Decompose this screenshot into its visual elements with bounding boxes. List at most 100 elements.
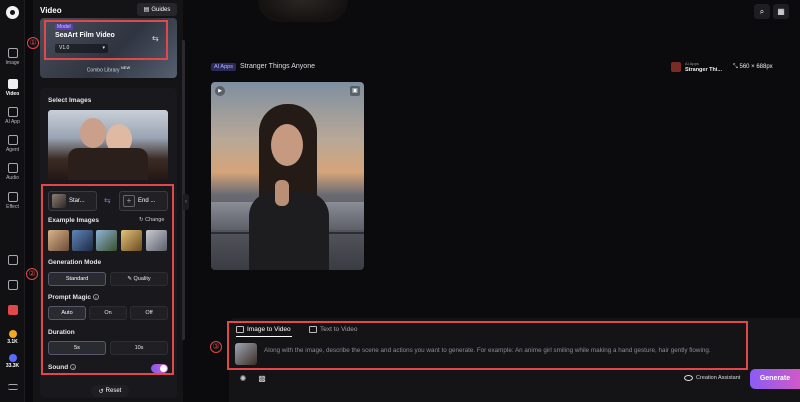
new-badge: NEW xyxy=(120,65,131,70)
app-logo[interactable] xyxy=(6,6,19,19)
prompt-magic-label: Prompt Magic xyxy=(48,294,91,301)
dimensions-value: 560 × 688px xyxy=(739,64,773,70)
effect-icon xyxy=(7,192,18,202)
credits-stat[interactable]: 3.1K xyxy=(0,330,25,345)
app-tag: AI Apps xyxy=(211,63,236,71)
combo-library-label: Combo Library xyxy=(86,67,120,74)
change-label: Change xyxy=(145,217,165,223)
prompt-magic-label-row: Prompt Magic i xyxy=(48,294,99,301)
rail-item-label: AI App xyxy=(5,119,20,125)
creation-assistant-toggle[interactable]: Creation Assistant xyxy=(684,375,740,381)
video-card-hand xyxy=(275,180,289,206)
rail-item-gift[interactable] xyxy=(0,305,25,315)
search-button[interactable]: ⌕ xyxy=(754,4,770,19)
book-icon: ▤ xyxy=(143,7,150,13)
image-icon xyxy=(236,326,244,333)
guides-label: Guides xyxy=(151,6,171,13)
info-icon[interactable]: i xyxy=(70,364,77,371)
example-image[interactable] xyxy=(146,230,167,251)
generation-mode-label: Generation Mode xyxy=(48,259,102,266)
duration-label: Duration xyxy=(48,329,75,336)
generate-button[interactable]: Generate xyxy=(750,369,800,389)
prompt-image-thumbnail[interactable] xyxy=(235,343,257,365)
end-frame-label: End ... xyxy=(138,198,156,204)
start-frame-thumbnail xyxy=(52,194,66,208)
stamina-value: 33.3K xyxy=(5,363,20,369)
example-image[interactable] xyxy=(72,230,93,251)
rail-item-effect[interactable]: Effect xyxy=(0,192,25,210)
assistant-label: Creation Assistant xyxy=(696,375,741,381)
dimensions-readout: ⤡ 560 × 688px xyxy=(733,64,773,71)
image-icon xyxy=(7,48,18,58)
generated-video-card[interactable]: ▶ ▣ xyxy=(211,82,364,270)
gallery-icon xyxy=(7,255,18,265)
tab-image-to-video[interactable]: Image to Video xyxy=(236,326,291,333)
prompt-magic-off-button[interactable]: Off xyxy=(130,306,168,320)
light-bulb-icon[interactable]: ✺ xyxy=(236,373,250,385)
app-title[interactable]: Stranger Things Anyone xyxy=(240,63,315,70)
gift-icon xyxy=(7,305,18,315)
expand-icon[interactable]: ▣ xyxy=(350,86,360,96)
reset-label: Reset xyxy=(105,388,122,394)
start-frame-button[interactable]: Star... xyxy=(48,191,97,211)
tab-text-to-video[interactable]: Text to Video xyxy=(309,326,357,333)
rail-item-ai-app[interactable]: AI App xyxy=(0,107,25,125)
credits-value: 3.1K xyxy=(7,339,18,345)
swap-frames-icon[interactable]: ⇆ xyxy=(104,196,111,205)
guides-button[interactable]: ▤ Guides xyxy=(137,3,177,16)
info-icon[interactable]: i xyxy=(92,294,99,301)
plus-icon: + xyxy=(123,195,135,207)
end-frame-button[interactable]: + End ... xyxy=(119,191,168,211)
annotation-3: ③ xyxy=(210,341,222,353)
tab-label: Text to Video xyxy=(320,326,358,333)
ai-app-icon xyxy=(7,107,18,117)
rail-item-label: Audio xyxy=(6,175,19,181)
rail-item-agent[interactable]: Agent xyxy=(0,135,25,153)
previous-result-preview[interactable] xyxy=(258,0,348,22)
rail-menu-button[interactable] xyxy=(0,384,25,390)
energy-icon xyxy=(8,354,17,362)
rail-item-video[interactable]: Video xyxy=(0,79,25,97)
audio-icon xyxy=(7,163,18,173)
grid-icon: ▦ xyxy=(777,7,785,16)
combo-library-link[interactable]: Combo Library NEW xyxy=(40,65,177,74)
example-image[interactable] xyxy=(121,230,142,251)
annotation-2: ② xyxy=(26,268,38,280)
sound-label: Sound xyxy=(48,364,69,371)
rail-item-label: Agent xyxy=(5,147,20,153)
selected-image-coat xyxy=(68,148,148,180)
mode-quality-button[interactable]: ✎ Quality xyxy=(110,272,168,286)
play-icon[interactable]: ▶ xyxy=(215,86,225,96)
camera-icon[interactable]: ▩ xyxy=(255,373,269,385)
rail-item-label: Effect xyxy=(6,204,19,210)
collapse-panel-handle[interactable]: ‹ xyxy=(183,194,189,210)
rail-item-gallery[interactable] xyxy=(0,255,25,265)
mode-standard-button[interactable]: Standard xyxy=(48,272,106,286)
duration-10s-button[interactable]: 10s xyxy=(110,341,168,355)
panel-scrollbar[interactable] xyxy=(182,40,185,340)
sound-toggle[interactable] xyxy=(151,364,168,373)
app-thumbnail[interactable] xyxy=(671,62,681,72)
rail-item-label: Image xyxy=(5,60,20,66)
mini-app-name[interactable]: Stranger Thi... xyxy=(685,67,722,73)
duration-5s-button[interactable]: 5s xyxy=(48,341,106,355)
prompt-magic-auto-button[interactable]: Auto xyxy=(48,306,86,320)
model-highlight-box xyxy=(44,20,168,60)
refresh-icon: ↻ xyxy=(139,217,144,223)
example-image[interactable] xyxy=(48,230,69,251)
rail-item-audio[interactable]: Audio xyxy=(0,163,25,181)
example-image[interactable] xyxy=(96,230,117,251)
prompt-magic-on-button[interactable]: On xyxy=(89,306,127,320)
panel-title: Video xyxy=(40,6,62,15)
prompt-input[interactable]: Along with the image, describe the scene… xyxy=(264,346,744,355)
stamina-stat[interactable]: 33.3K xyxy=(0,354,25,369)
video-icon xyxy=(7,79,18,89)
eye-icon xyxy=(684,375,693,381)
rail-item-image[interactable]: Image xyxy=(0,48,25,66)
selected-image[interactable] xyxy=(48,110,168,180)
rail-item-library[interactable] xyxy=(0,280,25,290)
reset-button[interactable]: ↺ Reset xyxy=(91,385,129,397)
active-tab-indicator xyxy=(236,336,292,337)
change-button[interactable]: ↻ Change xyxy=(139,217,164,223)
grid-view-button[interactable]: ▦ xyxy=(773,4,789,19)
